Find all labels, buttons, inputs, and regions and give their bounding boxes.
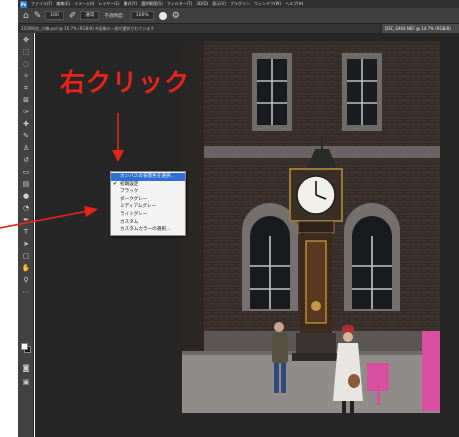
settings-icon[interactable]: ⚙	[172, 8, 180, 24]
clone-stamp-tool-icon[interactable]: ♙	[18, 143, 34, 154]
brush-tool-icon[interactable]: ✎	[18, 131, 34, 142]
blend-mode-select[interactable]: 通常	[80, 11, 100, 20]
pressure-toggle-icon[interactable]	[158, 11, 167, 20]
hand-tool-icon[interactable]: ✋	[18, 263, 34, 274]
opacity-label: 不透明度：	[104, 13, 127, 19]
home-icon[interactable]: ⌂	[23, 8, 29, 24]
shape-tool-icon[interactable]: ▢	[18, 251, 34, 262]
lasso-tool-icon[interactable]: ◌	[18, 59, 34, 70]
menu-item-custom[interactable]: カスタム	[111, 219, 185, 227]
more-tools-icon[interactable]: ⋯	[18, 287, 34, 298]
tab-document-2[interactable]: DSC_6464.NEF @ 14.7% (RGB/8)	[382, 24, 459, 33]
photoshop-logo: Ps	[20, 0, 27, 8]
frame-tool-icon[interactable]: ⊠	[18, 95, 34, 106]
brush-panel-icon[interactable]: ✐	[69, 8, 77, 24]
menu-image[interactable]: イメージ(I)	[74, 0, 94, 8]
history-brush-tool-icon[interactable]: ↺	[18, 155, 34, 166]
menu-item-dark-gray[interactable]: ダークグレー	[111, 196, 185, 204]
tab-document-1[interactable]: 2509阿佐_小樽.psd @ 16.7% (RGB/8) ※画像の一部が選択さ…	[18, 24, 380, 33]
foreground-color-swatch[interactable]	[21, 343, 28, 350]
path-select-tool-icon[interactable]: ➤	[18, 239, 34, 250]
gradient-tool-icon[interactable]: ▤	[18, 179, 34, 190]
marquee-tool-icon[interactable]: ⬚	[18, 47, 34, 58]
menu-bar: Ps ファイル(F) 編集(E) イメージ(I) レイヤー(L) 書式(Y) 選…	[18, 0, 459, 8]
menu-layer[interactable]: レイヤー(L)	[98, 0, 119, 8]
menu-select[interactable]: 選択範囲(S)	[141, 0, 163, 8]
move-tool-icon[interactable]: ✥	[18, 35, 34, 46]
pen-tool-icon[interactable]: ✒	[18, 215, 34, 226]
menu-type[interactable]: 書式(Y)	[124, 0, 138, 8]
menu-item-medium-gray[interactable]: ミディアムグレー	[111, 203, 185, 211]
eraser-tool-icon[interactable]: ▭	[18, 167, 34, 178]
annotation-title: 右クリック	[60, 68, 191, 97]
document-tab-bar: 2509阿佐_小樽.psd @ 16.7% (RGB/8) ※画像の一部が選択さ…	[18, 24, 459, 33]
quick-mask-icon[interactable]: ◙	[18, 363, 34, 374]
menu-item-select-custom-color[interactable]: カスタムカラーの選択...	[111, 226, 185, 234]
canvas-context-menu: カンバスの背景色を選択... ✔ 初期設定 ブラック ダークグレー ミディアムグ…	[110, 171, 186, 236]
opacity-field[interactable]: 100%	[130, 11, 154, 20]
dodge-tool-icon[interactable]: ◔	[18, 203, 34, 214]
menu-item-light-gray[interactable]: ライトグレー	[111, 211, 185, 219]
type-tool-icon[interactable]: T	[18, 227, 34, 238]
menu-item-select-canvas-color[interactable]: カンバスの背景色を選択...	[111, 173, 185, 181]
menu-window[interactable]: ウィンドウ(W)	[254, 0, 281, 8]
eyedropper-tool-icon[interactable]: ✑	[18, 107, 34, 118]
menu-item-default[interactable]: ✔ 初期設定	[111, 181, 185, 189]
healing-brush-tool-icon[interactable]: ✚	[18, 119, 34, 130]
menu-help[interactable]: ヘルプ(H)	[285, 0, 303, 8]
menu-item-black[interactable]: ブラック	[111, 188, 185, 196]
crop-tool-icon[interactable]: ⌗	[18, 83, 34, 94]
menu-plugins[interactable]: プラグイン	[230, 0, 250, 8]
menu-view[interactable]: 表示(V)	[212, 0, 226, 8]
menu-3d[interactable]: 3D(D)	[196, 0, 208, 8]
document-photo	[182, 41, 440, 413]
screen-mode-icon[interactable]: ▣	[18, 377, 34, 388]
brush-size-field[interactable]: 100	[45, 11, 64, 20]
zoom-tool-icon[interactable]: ⚲	[18, 275, 34, 286]
blur-tool-icon[interactable]: ●	[18, 191, 34, 202]
tools-panel: ✥ ⬚ ◌ ✧ ⌗ ⊠ ✑ ✚ ✎ ♙ ↺ ▭ ▤ ● ◔ ✒ T ➤ ▢ ✋ …	[18, 33, 34, 437]
brush-tool-icon[interactable]: ✎	[34, 8, 42, 24]
quick-select-tool-icon[interactable]: ✧	[18, 71, 34, 82]
options-bar: ⌂ ✎ 100 ✐ 通常 不透明度： 100% ⚙	[18, 8, 459, 24]
checkmark-icon: ✔	[113, 180, 118, 187]
